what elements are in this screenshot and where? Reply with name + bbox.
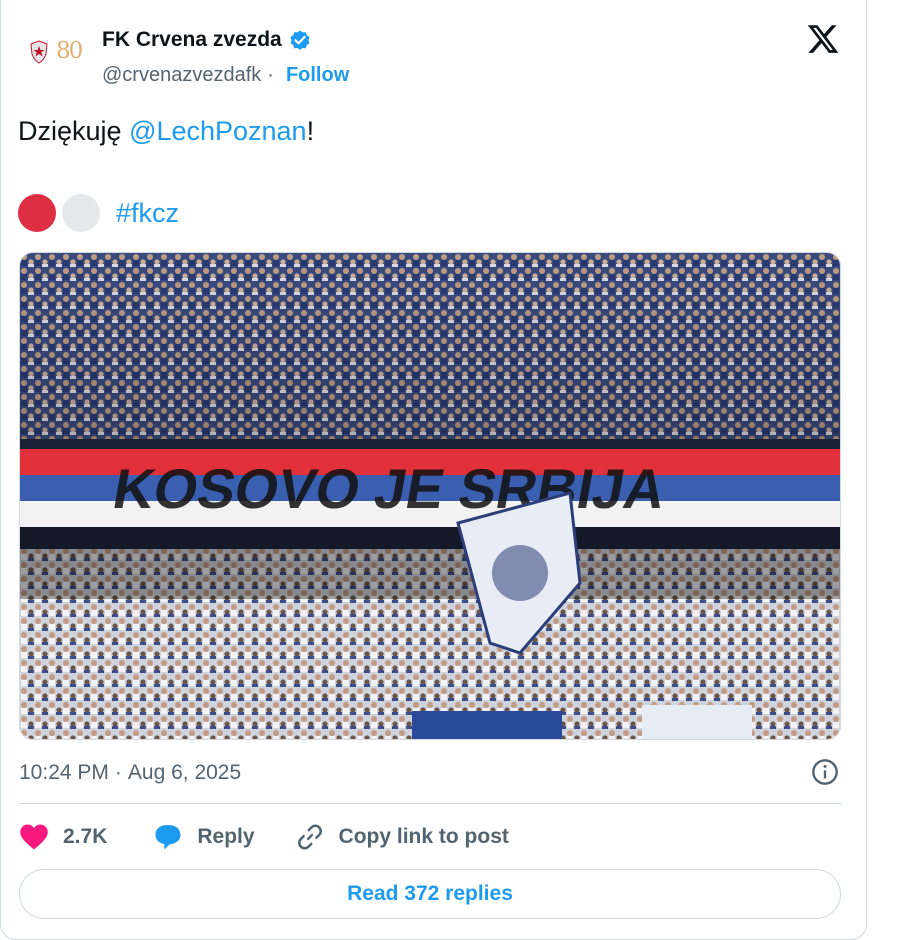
handle-separator: · <box>267 64 274 86</box>
divider <box>19 803 841 804</box>
heart-icon <box>20 824 48 850</box>
post-photo[interactable]: KOSOVO JE SRBIJA <box>19 252 841 740</box>
hashtag-link[interactable]: #fkcz <box>116 198 179 229</box>
photo-banner-text: KOSOVO JE SRBIJA <box>109 457 671 520</box>
follow-button[interactable]: Follow <box>286 64 349 87</box>
author-name[interactable]: FK Crvena zvezda <box>102 28 282 52</box>
like-button[interactable]: 2.7K <box>19 823 107 851</box>
likes-count: 2.7K <box>63 825 108 848</box>
handle-row: @crvenazvezdafk · Follow <box>102 64 349 87</box>
link-icon <box>297 824 322 850</box>
reply-button[interactable]: Reply <box>153 823 255 851</box>
post-text-prefix: Dziękuję <box>18 116 130 146</box>
post-actions: 2.7K Reply Copy link to post <box>19 818 509 856</box>
verified-badge-icon <box>290 30 310 50</box>
avatar[interactable]: 80 <box>24 34 90 76</box>
avatar-anniversary-number: 80 <box>56 38 83 64</box>
x-logo-icon[interactable] <box>805 22 841 56</box>
reply-bubble-icon <box>155 825 181 850</box>
mention-link[interactable]: @LechPoznan <box>129 116 307 146</box>
copy-link-label: Copy link to post <box>338 825 509 848</box>
post-header: 80 FK Crvena zvezda @crvenazvezdafk · Fo… <box>20 22 860 92</box>
post-date[interactable]: Aug 6, 2025 <box>128 761 241 785</box>
info-icon[interactable] <box>811 758 839 786</box>
stadium-crowd-photo: KOSOVO JE SRBIJA <box>20 253 840 739</box>
post-text: Dziękuję @LechPoznan! <box>18 116 314 147</box>
post-text-suffix: ! <box>306 116 315 146</box>
red-circle-emoji-icon <box>18 194 56 232</box>
reply-label: Reply <box>197 825 255 848</box>
author-handle[interactable]: @crvenazvezdafk <box>102 64 261 87</box>
post-emoji-hashtag-line: #fkcz <box>18 193 179 233</box>
copy-link-button[interactable]: Copy link to post <box>295 822 509 852</box>
post-time[interactable]: 10:24 PM <box>19 761 109 785</box>
post-timestamp[interactable]: 10:24 PM · Aug 6, 2025 <box>19 758 841 788</box>
crvena-zvezda-crest-icon <box>30 40 48 64</box>
timestamp-separator: · <box>114 761 122 784</box>
white-circle-emoji-icon <box>62 194 100 232</box>
read-replies-button[interactable]: Read 372 replies <box>19 869 841 919</box>
author-name-row[interactable]: FK Crvena zvezda <box>102 28 312 52</box>
